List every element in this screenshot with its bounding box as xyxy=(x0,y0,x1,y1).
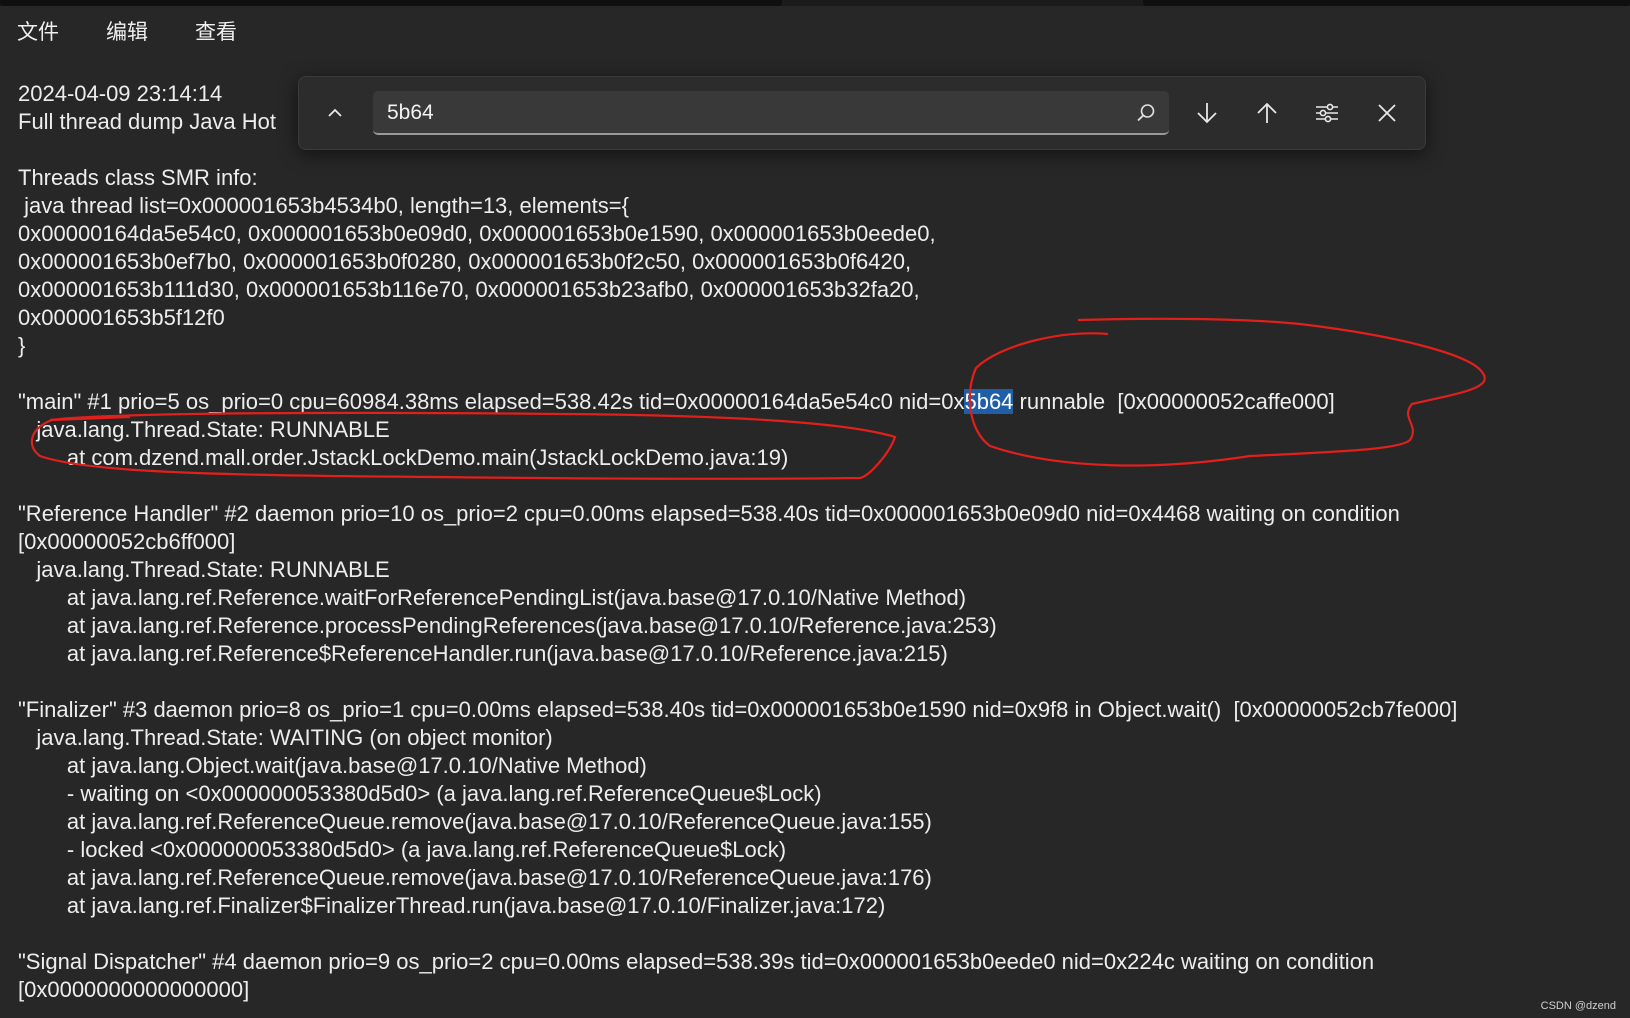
text-line: java.lang.Thread.State: RUNNABLE xyxy=(18,417,390,442)
text-line: "Finalizer" #3 daemon prio=8 os_prio=1 c… xyxy=(18,697,1458,722)
text-line: at java.lang.Object.wait(java.base@17.0.… xyxy=(18,753,647,778)
find-bar xyxy=(298,76,1426,150)
text-line: Full thread dump Java Hot xyxy=(18,109,277,134)
text-line: - locked <0x000000053380d5d0> (a java.la… xyxy=(18,837,787,862)
text-line: at java.lang.ref.Finalizer$FinalizerThre… xyxy=(18,893,886,918)
text-line: "Reference Handler" #2 daemon prio=10 os… xyxy=(18,501,1400,526)
find-options-button[interactable] xyxy=(1307,93,1347,133)
text-line: at java.lang.ref.Reference.waitForRefere… xyxy=(18,585,967,610)
text-line: java.lang.Thread.State: WAITING (on obje… xyxy=(18,725,553,750)
menu-bar: 文件 编辑 查看 xyxy=(0,6,1630,57)
text-editor[interactable]: 2024-04-09 23:14:14 Full thread dump Jav… xyxy=(0,56,1630,1006)
text-line: at java.lang.ref.Reference$ReferenceHand… xyxy=(18,641,948,666)
text-line: - waiting on <0x000000053380d5d0> (a jav… xyxy=(18,781,822,806)
main-thread-line: "main" #1 prio=5 os_prio=0 cpu=60984.38m… xyxy=(18,388,1335,416)
arrow-up-icon xyxy=(1257,102,1277,123)
text-line: [0x00000052cb6ff000] xyxy=(18,529,236,554)
search-match-highlight: 5b64 xyxy=(964,389,1014,414)
menu-view[interactable]: 查看 xyxy=(193,12,239,50)
text-line: java.lang.Thread.State: RUNNABLE xyxy=(18,557,390,582)
search-icon[interactable] xyxy=(1135,102,1157,124)
text-line: 2024-04-09 23:14:14 xyxy=(18,81,223,106)
collapse-replace-button[interactable] xyxy=(315,93,355,133)
text-line: [0x0000000000000000] xyxy=(18,977,250,1002)
text-line: at com.dzend.mall.order.JstackLockDemo.m… xyxy=(18,445,789,470)
arrow-down-icon xyxy=(1197,103,1217,124)
find-next-button[interactable] xyxy=(1187,93,1227,133)
find-previous-button[interactable] xyxy=(1247,93,1287,133)
text-line: 0x000001653b5f12f0 xyxy=(18,305,225,330)
text-line: at java.lang.ref.ReferenceQueue.remove(j… xyxy=(18,865,932,890)
text-line: 0x000001653b111d30, 0x000001653b116e70, … xyxy=(18,277,920,302)
find-input[interactable] xyxy=(385,91,1119,135)
text-segment: runnable [0x00000052caffe000] xyxy=(1013,389,1335,414)
text-line: java thread list=0x000001653b4534b0, len… xyxy=(18,193,629,218)
notepad-window: 文件 编辑 查看 2024-04-09 23:14:14 Full thread… xyxy=(0,0,1630,1018)
watermark: CSDN @dzend xyxy=(1540,1000,1616,1012)
text-line: at java.lang.ref.ReferenceQueue.remove(j… xyxy=(18,809,932,834)
text-line: } xyxy=(18,333,26,358)
text-line: "Signal Dispatcher" #4 daemon prio=9 os_… xyxy=(18,949,1375,974)
text-line: 0x00000164da5e54c0, 0x000001653b0e09d0, … xyxy=(18,221,936,246)
text-line: at java.lang.ref.Reference.processPendin… xyxy=(18,613,997,638)
find-input-box[interactable] xyxy=(373,91,1169,135)
text-segment: "main" #1 prio=5 os_prio=0 cpu=60984.38m… xyxy=(18,389,965,414)
menu-file[interactable]: 文件 xyxy=(15,12,61,50)
chevron-up-icon xyxy=(328,108,342,117)
text-line: 0x000001653b0ef7b0, 0x000001653b0f0280, … xyxy=(18,249,912,274)
close-find-button[interactable] xyxy=(1367,93,1407,133)
options-sliders-icon xyxy=(1316,103,1338,123)
text-line: Threads class SMR info: xyxy=(18,165,258,190)
close-icon xyxy=(1378,104,1396,122)
menu-edit[interactable]: 编辑 xyxy=(104,12,150,50)
